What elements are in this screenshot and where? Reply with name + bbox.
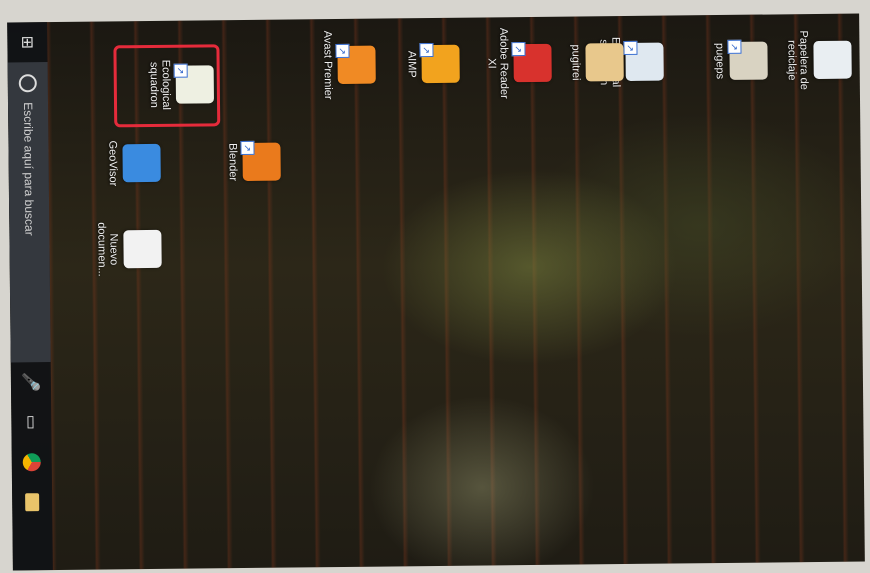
folder-icon: [585, 43, 624, 82]
desktop-icon-pugeps[interactable]: ↗ pugeps: [683, 23, 768, 100]
desktop-icon-blender[interactable]: ↗ Blender: [196, 124, 281, 201]
app-icon: ↗: [727, 39, 768, 80]
cortana-icon: [18, 74, 37, 93]
desktop-icon-avast[interactable]: ↗ Avast Premier: [291, 27, 376, 104]
desktop-icon-ecological-selected[interactable]: ↗ Ecological squadron: [129, 46, 215, 123]
folder-icon: [25, 493, 40, 512]
avast-icon: ↗: [335, 43, 376, 85]
document-icon: ↗: [173, 63, 215, 104]
desktop-icon-pugitrei[interactable]: pugitrei: [539, 24, 624, 101]
icon-label: Papelera de reciclaje: [785, 30, 810, 90]
search-box[interactable]: Escribe aquí para buscar: [7, 62, 51, 363]
taskbar: ⊞ Escribe aquí para buscar 🎤 ▭: [7, 22, 53, 571]
desktop-icon-adobe-reader[interactable]: ↗ Adobe Reader XI: [467, 25, 552, 102]
desktop-icon-aimp[interactable]: ↗ AIMP: [375, 26, 460, 103]
microphone-icon: 🎤: [21, 372, 40, 393]
geovisor-icon: [122, 143, 161, 183]
document-icon: [123, 229, 162, 269]
document-icon: ↗: [623, 40, 664, 82]
aimp-icon: ↗: [419, 43, 460, 84]
search-placeholder: Escribe aquí para buscar: [20, 102, 37, 236]
desktop-icon-new-document[interactable]: Nuevo documen...: [77, 211, 162, 288]
blender-icon: ↗: [240, 140, 281, 182]
pdf-icon: ↗: [511, 42, 552, 83]
chrome-icon: [22, 453, 41, 472]
microphone-button[interactable]: 🎤: [11, 362, 51, 402]
desktop: Papelera de reciclaje ↗ Ecological squad…: [7, 14, 865, 571]
desktop-icon-geovisor[interactable]: GeoVisor: [76, 125, 161, 202]
task-view-button[interactable]: ▭: [11, 402, 51, 442]
start-button[interactable]: ⊞: [7, 22, 47, 62]
windows-logo-icon: ⊞: [18, 35, 36, 50]
monitor-screen: Papelera de reciclaje ↗ Ecological squad…: [7, 13, 865, 571]
task-view-icon: ▭: [22, 414, 40, 430]
recycle-bin-icon: [813, 40, 852, 80]
file-explorer-button[interactable]: [12, 482, 52, 522]
desktop-icon-recycle-bin[interactable]: Papelera de reciclaje: [767, 22, 852, 99]
chrome-button[interactable]: [12, 442, 52, 482]
